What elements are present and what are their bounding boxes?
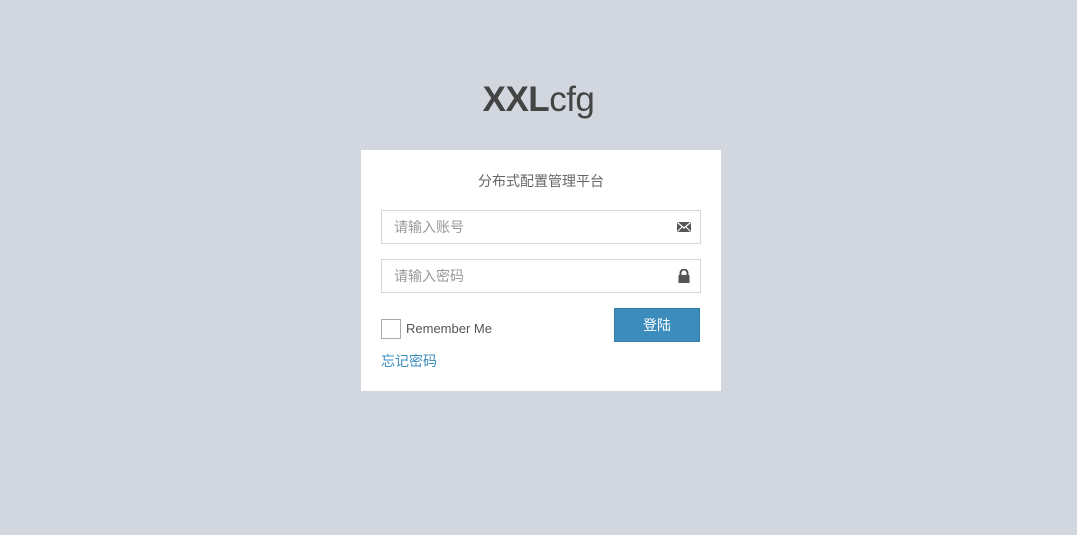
logo-light-text: cfg bbox=[549, 80, 595, 119]
lock-icon bbox=[676, 268, 692, 283]
envelope-icon bbox=[676, 220, 692, 234]
remember-checkbox[interactable] bbox=[381, 319, 401, 339]
app-logo: XXLcfg bbox=[0, 78, 1077, 122]
forgot-password-link[interactable]: 忘记密码 bbox=[381, 351, 437, 371]
logo-bold-text: XXL bbox=[482, 80, 550, 119]
password-field bbox=[381, 259, 701, 293]
login-box: 分布式配置管理平台 Remember Me 登陆 忘记密码 bbox=[361, 150, 721, 391]
login-button[interactable]: 登陆 bbox=[614, 308, 700, 342]
remember-label: Remember Me bbox=[406, 321, 492, 336]
username-input[interactable] bbox=[382, 211, 672, 243]
login-subtitle: 分布式配置管理平台 bbox=[478, 173, 604, 189]
password-input[interactable] bbox=[382, 260, 672, 292]
username-field bbox=[381, 210, 701, 244]
